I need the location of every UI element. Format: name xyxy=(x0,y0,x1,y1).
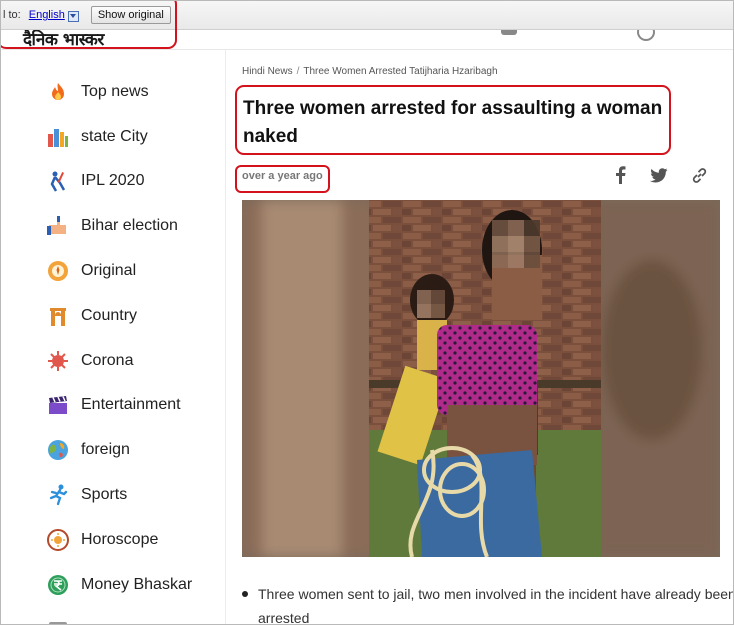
article-timestamp: over a year ago xyxy=(242,170,323,182)
virus-icon xyxy=(47,350,69,372)
sidebar-item-label: Money Bhaskar xyxy=(81,576,193,593)
copy-link-button[interactable] xyxy=(689,165,709,185)
sidebar-item-label: Original xyxy=(81,262,137,279)
sidebar-item-top-news[interactable]: Top news xyxy=(47,79,149,105)
breadcrumb-current: Three Women Arrested Tatijharia Hzaribag… xyxy=(303,66,498,77)
sidebar-item-money-bhaskar[interactable]: Money Bhaskar xyxy=(47,572,192,598)
rupee-coin-icon xyxy=(47,574,69,596)
city-icon xyxy=(47,126,69,148)
sidebar-item-more[interactable] xyxy=(47,614,81,624)
sidebar-item-label: Country xyxy=(81,307,138,324)
sidebar-item-label: state City xyxy=(81,128,148,145)
sidebar-item-label: Sports xyxy=(81,486,128,503)
site-header: दैनिक भास्कर xyxy=(1,23,733,50)
link-icon xyxy=(692,167,706,183)
show-original-button[interactable]: Show original xyxy=(90,6,171,24)
more-icon xyxy=(47,616,69,624)
breadcrumb-home-link[interactable]: Hindi News xyxy=(242,66,293,77)
breadcrumb: Hindi News / Three Women Arrested Tatijhar… xyxy=(242,66,498,77)
translate-prefix: l to: xyxy=(3,9,21,21)
article-image xyxy=(242,200,720,557)
sidebar-item-label: Top news xyxy=(81,83,149,100)
translate-bar: l to: English Show original xyxy=(1,1,733,30)
sidebar-item-state-city[interactable]: state City xyxy=(47,124,148,150)
sidebar-item-label: Horoscope xyxy=(81,531,159,548)
voting-hand-icon xyxy=(47,215,69,237)
twitter-icon xyxy=(650,167,668,182)
runner-icon xyxy=(47,484,69,506)
sidebar-item-country[interactable]: Country xyxy=(47,303,137,329)
original-badge-icon xyxy=(47,260,69,282)
sidebar-item-horoscope[interactable]: Horoscope xyxy=(47,527,158,553)
breadcrumb-separator: / xyxy=(296,66,300,77)
sidebar-item-entertainment[interactable]: Entertainment xyxy=(47,392,181,418)
sidebar-item-bihar-election[interactable]: Bihar election xyxy=(47,213,178,239)
sidebar-item-label: Bihar election xyxy=(81,217,178,234)
sidebar-item-label: IPL 2020 xyxy=(81,172,145,189)
article-main: Hindi News / Three Women Arrested Tatijhar… xyxy=(226,50,733,624)
browser-viewport: l to: English Show original दैनिक भास्कर… xyxy=(0,0,734,625)
sidebar-item-corona[interactable]: Corona xyxy=(47,348,133,374)
twitter-share-button[interactable] xyxy=(649,165,669,185)
sidebar-item-label: foreign xyxy=(81,441,130,458)
india-gate-icon xyxy=(47,305,69,327)
sidebar-item-label: Entertainment xyxy=(81,396,181,413)
sidebar-item-label: Corona xyxy=(81,352,134,369)
language-dropdown-icon[interactable] xyxy=(67,10,79,22)
sidebar-item-original[interactable]: Original xyxy=(47,258,136,284)
cricket-icon xyxy=(47,170,69,192)
article-caption: Three women sent to jail, two men involv… xyxy=(242,582,733,624)
facebook-icon xyxy=(616,166,626,184)
article-headline: Three women arrested for assaulting a wo… xyxy=(243,98,663,147)
sidebar-item-sports[interactable]: Sports xyxy=(47,482,127,508)
sidebar-item-foreign[interactable]: foreign xyxy=(47,437,130,463)
language-link[interactable]: English xyxy=(29,9,65,21)
site-logo[interactable]: दैनिक भास्कर xyxy=(23,27,104,50)
facebook-share-button[interactable] xyxy=(610,165,630,185)
flame-icon xyxy=(47,81,69,103)
sun-zodiac-icon xyxy=(47,529,69,551)
globe-icon xyxy=(47,439,69,461)
clapperboard-icon xyxy=(47,394,69,416)
sidebar-item-ipl-2020[interactable]: IPL 2020 xyxy=(47,168,144,194)
sidebar-nav: Top news state City IPL 2020 Bihar elect… xyxy=(1,50,226,624)
